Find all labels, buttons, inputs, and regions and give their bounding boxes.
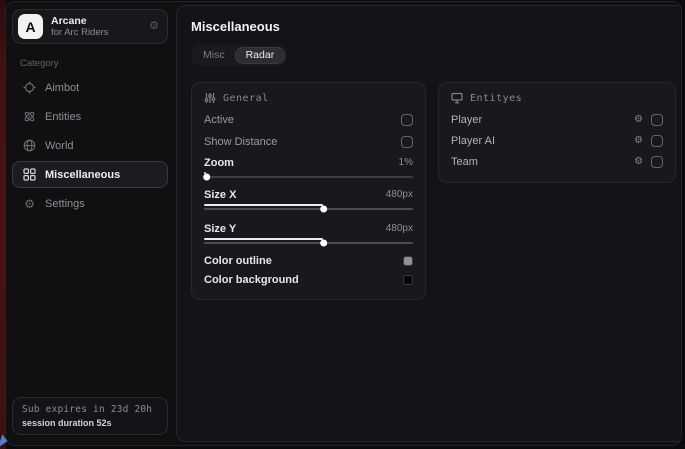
category-label: Category bbox=[20, 58, 170, 69]
sidebar-item-aimbot[interactable]: Aimbot bbox=[12, 74, 168, 101]
sidebar-item-label: Entities bbox=[45, 111, 81, 123]
team-checkbox[interactable] bbox=[651, 156, 663, 168]
subscription-status-card: Sub expires in 23d 20h session duration … bbox=[12, 397, 168, 435]
sidebar-item-miscellaneous[interactable]: Miscellaneous bbox=[12, 161, 168, 188]
size-y-slider-thumb[interactable] bbox=[320, 239, 327, 246]
color-background-label: Color background bbox=[204, 274, 299, 286]
color-outline-label: Color outline bbox=[204, 255, 272, 267]
row-active: Active bbox=[204, 109, 413, 131]
sidebar: A Arcane for Arc Riders ⚙ Category Aimbo… bbox=[6, 2, 174, 445]
size-y-value: 480px bbox=[386, 223, 413, 234]
general-panel: General Active Show Distance Zoom 1% bbox=[191, 82, 426, 300]
tab-radar[interactable]: Radar bbox=[235, 47, 286, 64]
size-x-value: 480px bbox=[386, 189, 413, 200]
tab-bar: Misc Radar bbox=[191, 45, 287, 66]
sidebar-item-label: Miscellaneous bbox=[45, 169, 120, 181]
size-y-slider[interactable] bbox=[204, 238, 413, 247]
row-team: Team ⚙ bbox=[451, 151, 663, 172]
row-show-distance: Show Distance bbox=[204, 131, 413, 153]
row-player-ai: Player AI ⚙ bbox=[451, 130, 663, 151]
row-zoom: Zoom 1% bbox=[204, 153, 413, 172]
active-label: Active bbox=[204, 114, 234, 126]
gear-icon[interactable]: ⚙ bbox=[634, 115, 643, 125]
row-color-background: Color background bbox=[204, 270, 413, 289]
show-distance-label: Show Distance bbox=[204, 136, 277, 148]
sidebar-item-world[interactable]: World bbox=[12, 132, 168, 159]
player-ai-checkbox[interactable] bbox=[651, 135, 663, 147]
player-ai-label: Player AI bbox=[451, 135, 634, 147]
gear-icon[interactable]: ⚙ bbox=[634, 157, 643, 167]
gear-icon: ⚙ bbox=[23, 197, 36, 210]
row-size-y: Size Y 480px bbox=[204, 219, 413, 238]
sidebar-item-label: Aimbot bbox=[45, 82, 79, 94]
size-x-slider[interactable] bbox=[204, 204, 413, 213]
sidebar-item-label: World bbox=[45, 140, 74, 152]
active-checkbox[interactable] bbox=[401, 114, 413, 126]
app-window: A Arcane for Arc Riders ⚙ Category Aimbo… bbox=[5, 1, 682, 446]
sidebar-item-settings[interactable]: ⚙ Settings bbox=[12, 190, 168, 217]
color-background-swatch[interactable] bbox=[403, 275, 413, 285]
general-panel-title: General bbox=[223, 93, 269, 104]
player-checkbox[interactable] bbox=[651, 114, 663, 126]
tab-misc[interactable]: Misc bbox=[193, 47, 235, 64]
zoom-slider-thumb[interactable] bbox=[203, 173, 210, 180]
logo-texts: Arcane for Arc Riders bbox=[51, 15, 149, 38]
session-duration-text: session duration 52s bbox=[22, 418, 158, 428]
atom-icon bbox=[23, 110, 36, 123]
globe-icon bbox=[23, 139, 36, 152]
row-player: Player ⚙ bbox=[451, 109, 663, 130]
size-y-label: Size Y bbox=[204, 223, 236, 235]
monitor-icon bbox=[451, 92, 463, 104]
sub-expiry-text: Sub expires in 23d 20h bbox=[22, 404, 158, 415]
sidebar-item-label: Settings bbox=[45, 198, 85, 210]
gear-icon[interactable]: ⚙ bbox=[149, 21, 159, 32]
app-subtitle: for Arc Riders bbox=[51, 27, 149, 38]
team-label: Team bbox=[451, 156, 634, 168]
entities-panel: Entityes Player ⚙ Player AI ⚙ Team ⚙ bbox=[438, 82, 676, 183]
main-content: Miscellaneous Misc Radar General bbox=[176, 5, 682, 442]
entities-panel-title: Entityes bbox=[470, 93, 522, 104]
sidebar-item-entities[interactable]: Entities bbox=[12, 103, 168, 130]
app-logo: A bbox=[18, 14, 43, 39]
logo-card: A Arcane for Arc Riders ⚙ bbox=[12, 9, 168, 44]
app-title: Arcane bbox=[51, 15, 149, 27]
size-x-slider-thumb[interactable] bbox=[320, 205, 327, 212]
show-distance-checkbox[interactable] bbox=[401, 136, 413, 148]
zoom-label: Zoom bbox=[204, 157, 234, 169]
zoom-slider[interactable] bbox=[204, 172, 413, 181]
row-color-outline: Color outline bbox=[204, 251, 413, 270]
row-size-x: Size X 480px bbox=[204, 185, 413, 204]
grid-icon bbox=[23, 168, 36, 181]
zoom-value: 1% bbox=[399, 157, 413, 168]
crosshair-icon bbox=[23, 81, 36, 94]
sliders-icon bbox=[204, 92, 216, 104]
gear-icon[interactable]: ⚙ bbox=[634, 136, 643, 146]
size-x-label: Size X bbox=[204, 189, 236, 201]
page-title: Miscellaneous bbox=[191, 19, 676, 34]
player-label: Player bbox=[451, 114, 634, 126]
color-outline-swatch[interactable] bbox=[403, 256, 413, 266]
